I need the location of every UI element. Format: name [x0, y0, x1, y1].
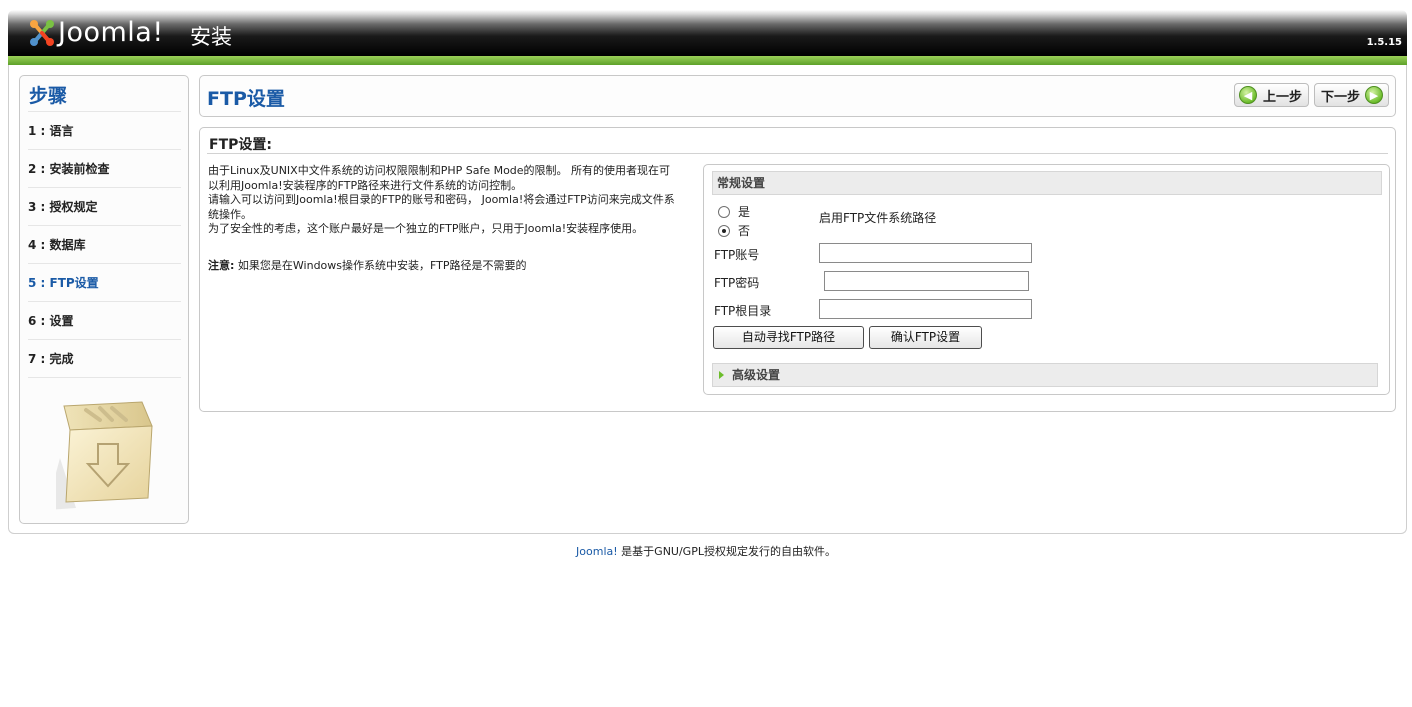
ftp-user-input[interactable]	[819, 243, 1032, 263]
step-finish: 7 : 完成	[28, 339, 181, 378]
advanced-settings-toggle[interactable]: 高级设置	[712, 363, 1378, 387]
step-database: 4 : 数据库	[28, 225, 181, 263]
radio-yes-label: 是	[738, 205, 751, 219]
step-license: 3 : 授权规定	[28, 187, 181, 225]
arrow-left-icon: ◀	[1239, 86, 1257, 104]
step-precheck: 2 : 安装前检查	[28, 149, 181, 187]
footer: Joomla! 是基于GNU/GPL授权规定发行的自由软件。	[0, 543, 1412, 559]
joomla-logo-icon	[30, 20, 54, 46]
description-paragraph: 请输入可以访问到Joomla!根目录的FTP的账号和密码， Joomla!将会通…	[208, 193, 675, 221]
step-configuration: 6 : 设置	[28, 301, 181, 339]
general-settings-legend: 常规设置	[712, 171, 1382, 195]
verify-ftp-settings-button[interactable]: 确认FTP设置	[869, 326, 982, 349]
windows-note: 注意: 如果您是在Windows操作系统中安装，FTP路径是不需要的	[208, 257, 527, 273]
sidebar-title: 步骤	[29, 85, 68, 107]
advanced-settings-label: 高级设置	[732, 368, 781, 382]
joomla-link[interactable]: Joomla!	[576, 545, 618, 558]
radio-no-label: 否	[738, 224, 751, 238]
previous-step-label: 上一步	[1263, 89, 1303, 105]
arrow-right-icon: ▶	[1365, 86, 1384, 104]
radio-enable-no[interactable]: 否	[718, 222, 750, 239]
next-step-button[interactable]: 下一步 ▶	[1314, 83, 1389, 107]
radio-button[interactable]	[718, 205, 730, 218]
note-label: 注意:	[208, 259, 235, 272]
general-settings-fieldset: 常规设置 是 否 启用FTP文件系统路径 FTP账号 FTP密码 FTP根目录 …	[703, 164, 1390, 395]
version-label: 1.5.15	[1366, 37, 1402, 48]
description-paragraph: 为了安全性的考虑，这个账户最好是一个独立的FTP账户，只用于Joomla!安装程…	[208, 222, 644, 235]
joomla-logo-wordmark: Joomla!	[58, 17, 164, 48]
page-titlebar: FTP设置 ◀ 上一步 下一步 ▶	[199, 75, 1396, 117]
radio-button-selected[interactable]	[718, 224, 730, 237]
ftp-user-label: FTP账号	[714, 248, 760, 262]
header-title: 安装	[190, 25, 232, 49]
ftp-password-input[interactable]	[824, 271, 1029, 291]
triangle-right-icon	[719, 371, 724, 379]
page-title: FTP设置	[207, 88, 285, 110]
radio-enable-yes[interactable]: 是	[718, 203, 750, 220]
ftp-settings-panel: FTP设置: 由于Linux及UNIX中文件系统的访问权限限制和PHP Safe…	[199, 127, 1396, 412]
steps-sidebar: 步骤 1 : 语言 2 : 安装前检查 3 : 授权规定 4 : 数据库 5 :…	[19, 75, 189, 524]
autofind-ftp-path-button[interactable]: 自动寻找FTP路径	[713, 326, 864, 349]
footer-text: 是基于GNU/GPL授权规定发行的自由软件。	[617, 545, 836, 558]
section-divider	[207, 153, 1388, 154]
enable-ftp-label: 启用FTP文件系统路径	[819, 211, 937, 225]
description-paragraph: 由于Linux及UNIX中文件系统的访问权限限制和PHP Safe Mode的限…	[208, 164, 671, 192]
step-language: 1 : 语言	[28, 111, 181, 149]
header-accent-bar	[8, 56, 1407, 65]
next-step-label: 下一步	[1321, 89, 1361, 105]
ftp-password-label: FTP密码	[714, 276, 760, 290]
note-text: 如果您是在Windows操作系统中安装，FTP路径是不需要的	[237, 259, 527, 272]
section-title: FTP设置:	[209, 137, 272, 153]
ftp-description: 由于Linux及UNIX中文件系统的访问权限限制和PHP Safe Mode的限…	[208, 164, 678, 237]
previous-step-button[interactable]: ◀ 上一步	[1234, 83, 1309, 107]
ftp-root-input[interactable]	[819, 299, 1032, 319]
install-box-icon	[56, 401, 153, 510]
step-ftp-settings: 5 : FTP设置	[28, 263, 181, 301]
ftp-root-label: FTP根目录	[714, 304, 772, 318]
